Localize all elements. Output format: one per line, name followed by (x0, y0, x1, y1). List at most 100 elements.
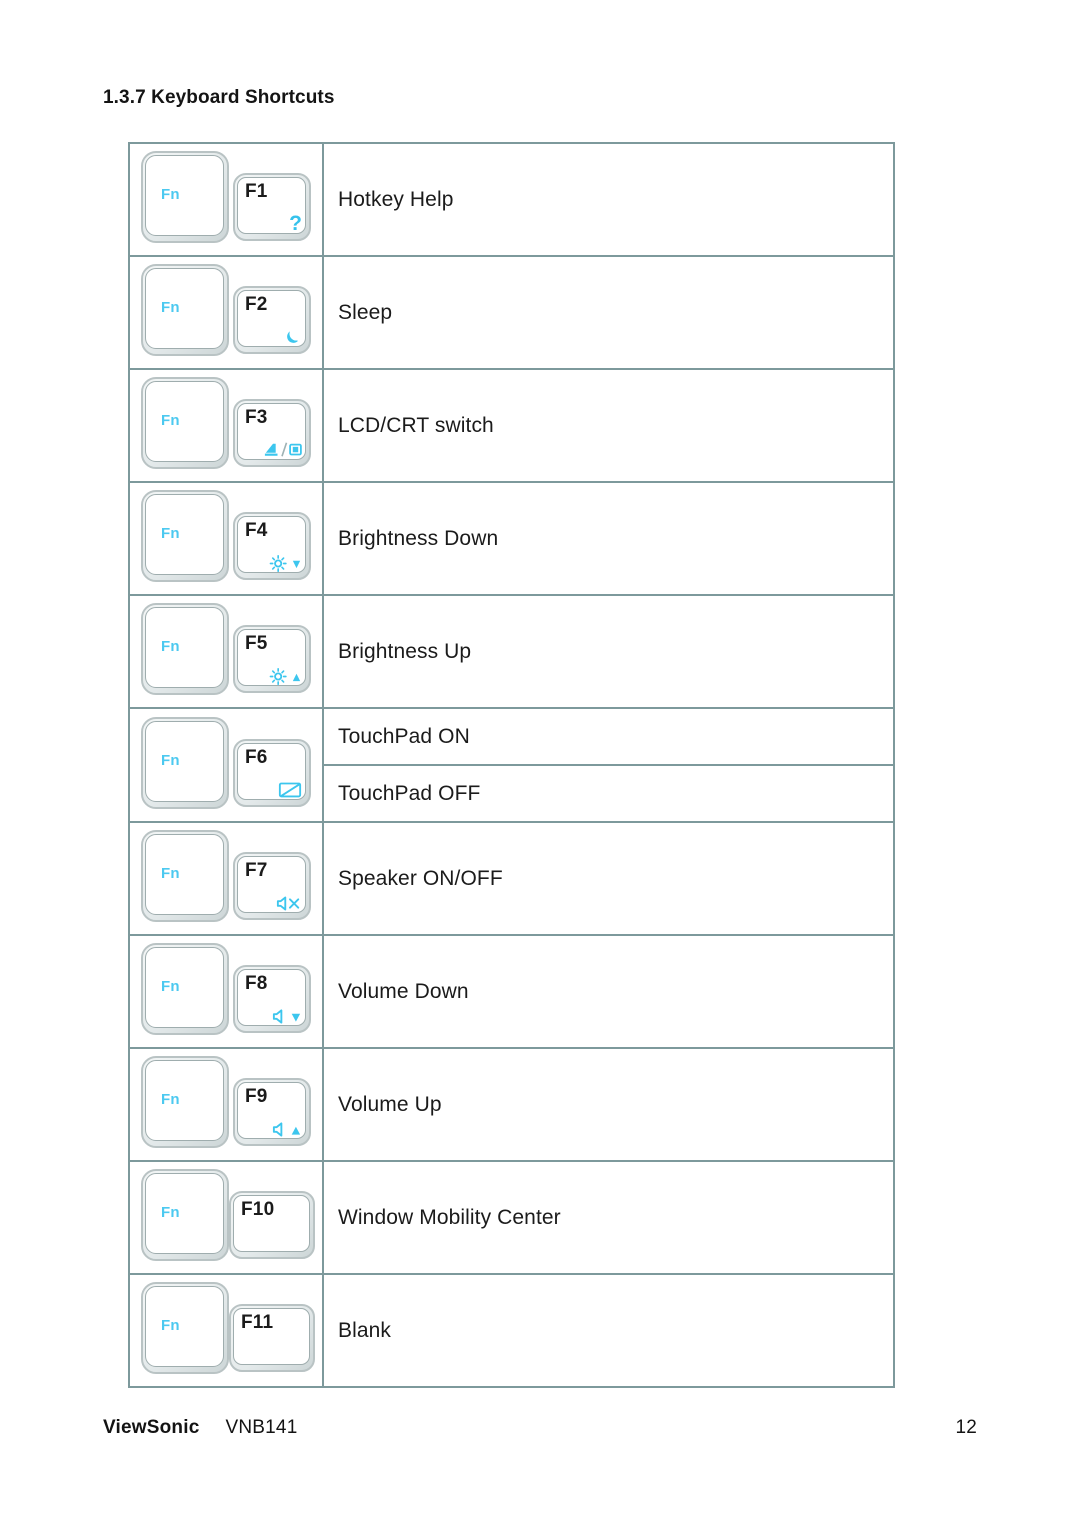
brightness-up-icon (269, 664, 302, 688)
shortcut-key-combo-cell: Fn F10 (128, 1160, 324, 1275)
function-key-label: F2 (245, 294, 268, 315)
function-key-label: F5 (245, 633, 268, 654)
key-combo: Fn F4 (133, 486, 319, 591)
key-combo: Fn F10 (133, 1165, 319, 1270)
key-combo: Fn F2 (133, 260, 319, 365)
key-face (145, 607, 224, 688)
function-key-f5[interactable]: F5 (233, 625, 311, 693)
fn-key-label: Fn (161, 1091, 180, 1108)
table-row: Fn F11 Blank (128, 1273, 895, 1388)
table-row: Fn F8 Volume Down (128, 934, 895, 1049)
fn-key[interactable]: Fn (141, 1169, 229, 1261)
shortcut-description-cell: Volume Up (322, 1047, 895, 1162)
footer-page-number: 12 (955, 1417, 977, 1438)
question-mark-icon: ? (289, 212, 302, 235)
shortcut-key-combo-cell: Fn F5 (128, 594, 324, 709)
shortcut-description-cell: LCD/CRT switch (322, 368, 895, 483)
key-combo: Fn F1? (133, 147, 319, 252)
keyboard-shortcuts-table: Fn F1? Hotkey Help Fn F2 Sleep Fn F3 LCD/CRT swi… (128, 142, 895, 1388)
fn-key[interactable]: Fn (141, 490, 229, 582)
key-combo: Fn F8 (133, 939, 319, 1044)
table-row: Fn F9 Volume Up (128, 1047, 895, 1162)
key-face (145, 834, 224, 915)
footer-brand: ViewSonic (103, 1417, 200, 1438)
shortcut-description-cell: Window Mobility Center (322, 1160, 895, 1275)
page-title: 1.3.7 Keyboard Shortcuts (103, 87, 335, 108)
function-key-label: F8 (245, 973, 268, 994)
fn-key[interactable]: Fn (141, 377, 229, 469)
key-face (145, 381, 224, 462)
fn-key[interactable]: Fn (141, 943, 229, 1035)
fn-key[interactable]: Fn (141, 1056, 229, 1148)
shortcut-description-cell: Brightness Up (322, 594, 895, 709)
fn-key-label: Fn (161, 865, 180, 882)
function-key-f6[interactable]: F6 (233, 738, 311, 807)
lcd-crt-switch-icon (264, 442, 302, 457)
function-key-label: F9 (245, 1086, 268, 1107)
key-face (145, 1173, 224, 1254)
function-key-f1[interactable]: F1? (233, 173, 311, 241)
function-key-label: F7 (245, 860, 268, 881)
key-combo: Fn F11 (133, 1278, 319, 1383)
brightness-down-icon (269, 554, 301, 572)
table-body: Fn F1? Hotkey Help Fn F2 Sleep Fn F3 LCD/CRT swi… (128, 142, 895, 1388)
shortcut-key-combo-cell: Fn F3 (128, 368, 324, 483)
fn-key-label: Fn (161, 525, 180, 542)
shortcut-key-combo-cell: Fn F6 (128, 707, 324, 823)
fn-key[interactable]: Fn (141, 264, 229, 356)
volume-up-icon (272, 1121, 301, 1137)
shortcut-key-combo-cell: Fn F8 (128, 934, 324, 1049)
speaker-mute-icon (276, 891, 302, 915)
function-key-f10[interactable]: F10 (229, 1191, 315, 1259)
fn-key-label: Fn (161, 1204, 180, 1221)
function-key-f11[interactable]: F11 (229, 1304, 315, 1372)
key-combo: Fn F3 (133, 373, 319, 478)
moon-icon (287, 330, 299, 343)
shortcut-description-cell: TouchPad OFF (322, 764, 895, 823)
touchpad-toggle-icon (278, 782, 302, 798)
brightness-up-icon (269, 667, 301, 685)
key-combo: Fn F7 (133, 826, 319, 931)
function-key-f8[interactable]: F8 (233, 965, 311, 1033)
function-key-f4[interactable]: F4 (233, 512, 311, 580)
function-key-label: F10 (241, 1199, 275, 1220)
key-face (145, 720, 224, 802)
function-key-f3[interactable]: F3 (233, 399, 311, 467)
shortcut-key-combo-cell: Fn F2 (128, 255, 324, 370)
fn-key[interactable]: Fn (141, 1282, 229, 1374)
fn-key[interactable]: Fn (141, 151, 229, 243)
fn-key-label: Fn (161, 299, 180, 316)
table-row: Fn F4 Brightness Down (128, 481, 895, 596)
fn-key[interactable]: Fn (141, 716, 229, 809)
key-face (145, 494, 224, 575)
fn-key[interactable]: Fn (141, 603, 229, 695)
key-combo: Fn F9 (133, 1052, 319, 1157)
fn-key-label: Fn (161, 186, 180, 203)
table-row: Fn F3 LCD/CRT switch (128, 368, 895, 483)
function-key-f9[interactable]: F9 (233, 1078, 311, 1146)
key-face (145, 155, 224, 236)
key-face (145, 1060, 224, 1141)
function-key-f2[interactable]: F2 (233, 286, 311, 354)
function-key-f7[interactable]: F7 (233, 852, 311, 920)
fn-key-label: Fn (161, 1317, 180, 1334)
fn-key-label: Fn (161, 751, 180, 769)
fn-key-label: Fn (161, 412, 180, 429)
function-key-label: F6 (245, 746, 268, 768)
shortcut-key-combo-cell: Fn F7 (128, 821, 324, 936)
key-combo: Fn F6 (133, 713, 319, 818)
fn-key-label: Fn (161, 978, 180, 995)
brightness-down-icon (269, 551, 302, 575)
shortcut-description-cell: Blank (322, 1273, 895, 1388)
function-key-label: F4 (245, 520, 268, 541)
volume-up-icon (272, 1117, 302, 1141)
shortcut-description-cell: Speaker ON/OFF (322, 821, 895, 936)
function-key-label: F3 (245, 407, 268, 428)
page-footer: ViewSonic VNB141 12 (103, 1417, 977, 1439)
fn-key[interactable]: Fn (141, 830, 229, 922)
table-row: Fn F1? Hotkey Help (128, 142, 895, 257)
key-face (145, 1286, 224, 1367)
key-face (145, 947, 224, 1028)
question-mark-icon: ? (289, 212, 302, 236)
table-row: Fn F2 Sleep (128, 255, 895, 370)
